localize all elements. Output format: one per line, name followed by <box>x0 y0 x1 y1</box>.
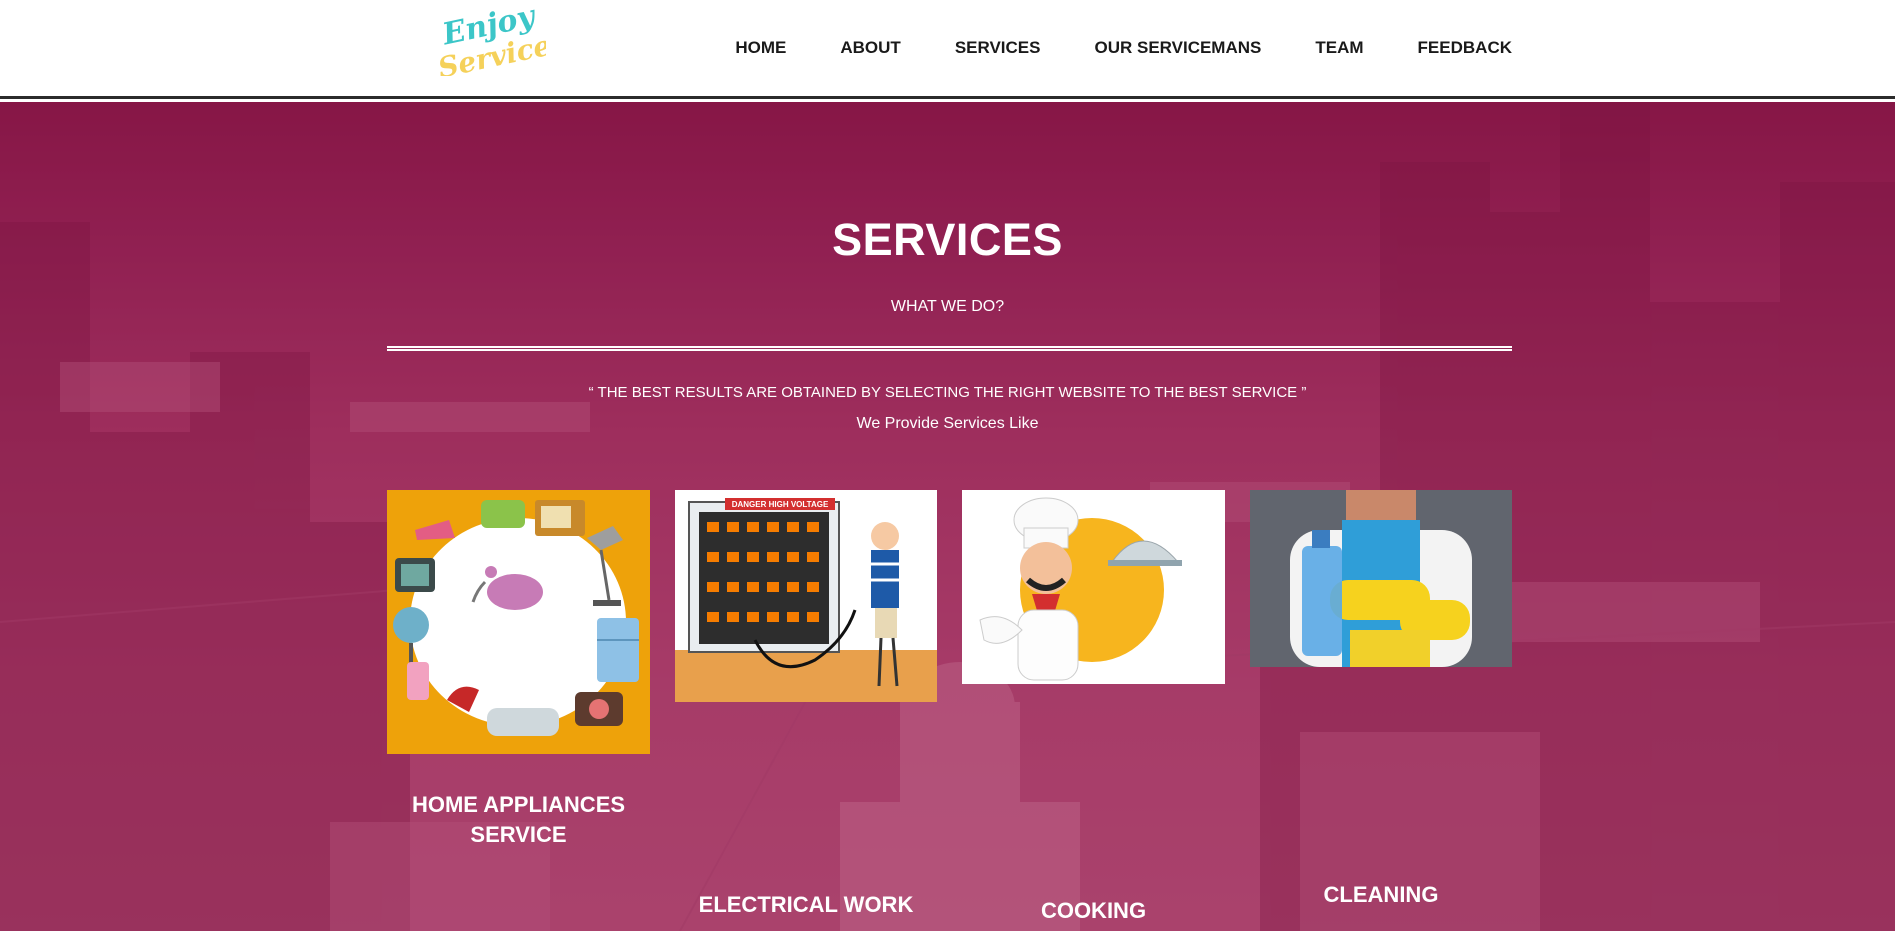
enjoy-services-logo[interactable]: Enjoy Services <box>436 6 546 76</box>
home-appliances-image[interactable] <box>387 490 650 754</box>
electrical-work-label[interactable]: ELECTRICAL WORK <box>675 890 937 920</box>
main-nav: HOME ABOUT SERVICES OUR SERVICEMANS TEAM… <box>735 38 1512 58</box>
nav-feedback[interactable]: FEEDBACK <box>1418 38 1512 58</box>
section-divider <box>387 346 1512 351</box>
cleaning-label[interactable]: CLEANING <box>1250 880 1512 910</box>
nav-home[interactable]: HOME <box>735 38 786 58</box>
electrical-work-label-line1: ELECTRICAL WORK <box>698 892 914 917</box>
cleaning-image[interactable] <box>1250 490 1512 667</box>
section-intro: We Provide Services Like <box>856 415 1039 432</box>
home-appliances-label-line1: HOME APPLIANCES <box>411 792 626 817</box>
cleaning-label-line1: CLEANING <box>1323 882 1439 907</box>
section-title: SERVICES <box>832 214 1063 265</box>
cooking-label-line1: COOKING <box>1040 898 1147 923</box>
nav-team[interactable]: TEAM <box>1315 38 1363 58</box>
nav-our-servicemans[interactable]: OUR SERVICEMANS <box>1094 38 1261 58</box>
cooking-image[interactable] <box>962 490 1225 684</box>
section-subtitle: WHAT WE DO? <box>890 298 1005 315</box>
electrical-work-image[interactable]: DANGER HIGH VOLTAGE <box>675 490 937 702</box>
site-header: Enjoy Services HOME ABOUT SERVICES OUR S… <box>0 0 1895 99</box>
danger-sign-text: DANGER HIGH VOLTAGE <box>732 500 829 509</box>
nav-services[interactable]: SERVICES <box>955 38 1041 58</box>
cooking-label[interactable]: COOKING <box>962 896 1225 926</box>
home-appliances-label[interactable]: HOME APPLIANCES SERVICE <box>387 790 650 850</box>
section-quote: “ THE BEST RESULTS ARE OBTAINED BY SELEC… <box>588 384 1307 401</box>
services-section: SERVICES WHAT WE DO? “ THE BEST RESULTS … <box>0 102 1895 931</box>
home-appliances-label-line2: SERVICE <box>470 822 567 847</box>
nav-about[interactable]: ABOUT <box>840 38 900 58</box>
